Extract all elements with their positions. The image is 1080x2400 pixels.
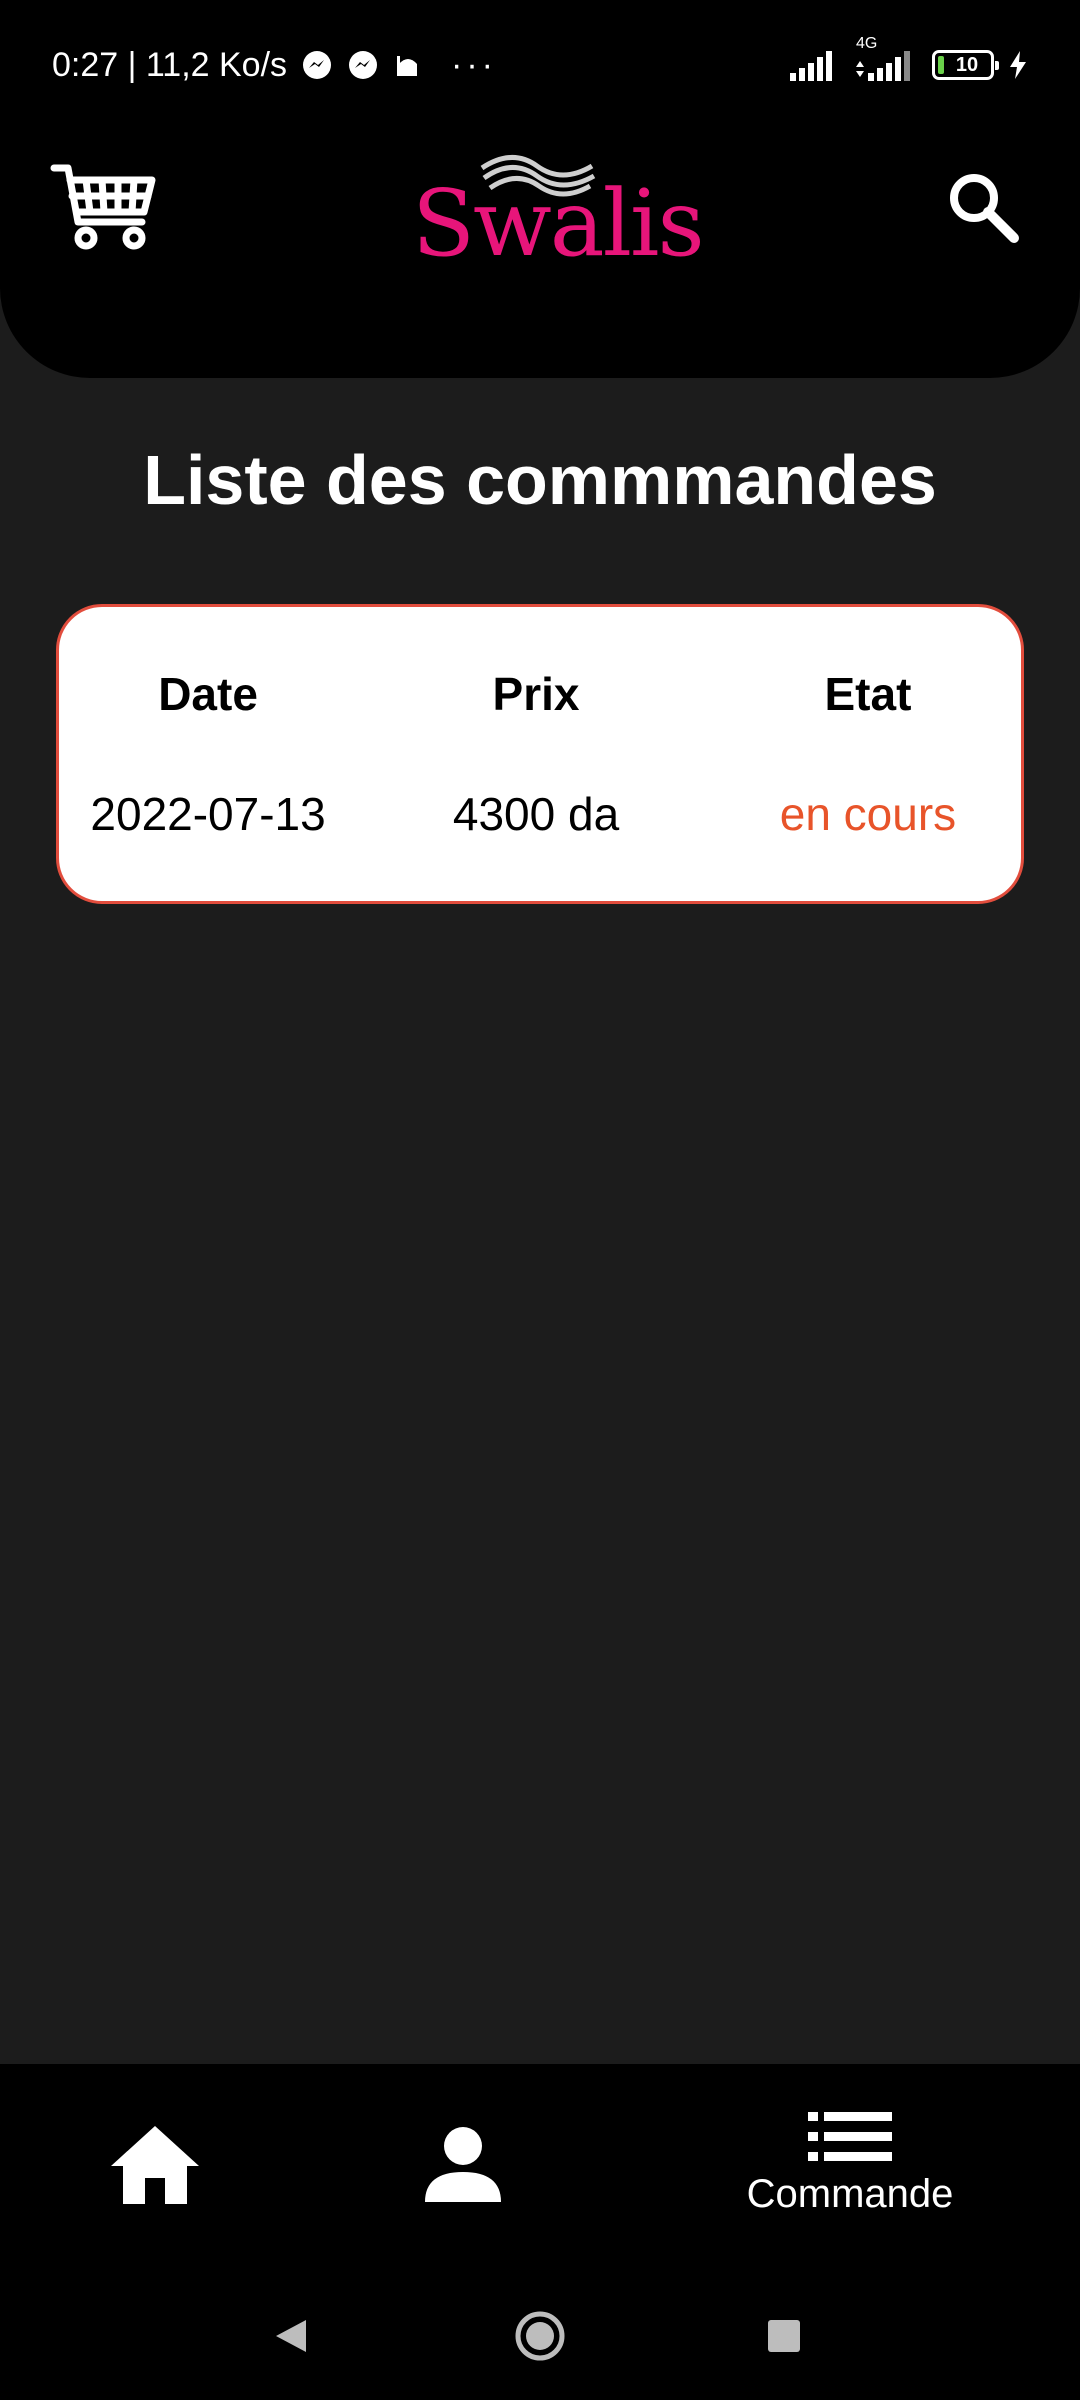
status-bar: 0:27 | 11,2 Ko/s ··· 4G 10 — [0, 0, 1080, 130]
recent-apps-button[interactable] — [754, 2306, 814, 2366]
recents-icon — [768, 2320, 800, 2352]
status-time-speed: 0:27 | 11,2 Ko/s — [52, 45, 288, 84]
order-date: 2022-07-13 — [90, 788, 326, 840]
signal-4g-icon: 4G — [852, 35, 918, 81]
status-right: 4G 10 — [788, 35, 1028, 81]
battery-indicator: 10 — [932, 50, 999, 80]
order-price: 4300 da — [452, 788, 620, 840]
nav-orders-label: Commande — [746, 2171, 954, 2216]
network-type: 4G — [856, 35, 878, 52]
table-header-row: Date Prix Etat — [59, 667, 1021, 721]
more-notifications: ··· — [451, 45, 497, 84]
battery-level: 10 — [955, 53, 979, 76]
home-icon — [111, 2126, 199, 2204]
column-header-prix: Prix — [492, 668, 580, 720]
orders-table: Date Prix Etat 2022-07-13 4300 da en cou… — [56, 604, 1024, 904]
nav-orders[interactable]: Commande — [700, 2064, 1000, 2264]
status-left: 0:27 | 11,2 Ko/s ··· — [52, 46, 497, 85]
home-button[interactable] — [510, 2306, 570, 2366]
brand-logo: Swalis — [412, 148, 705, 277]
app-header: Swalis — [0, 128, 1080, 378]
order-status: en cours — [779, 788, 957, 840]
table-row[interactable]: 2022-07-13 4300 da en cours — [59, 787, 1021, 841]
column-header-date: Date — [158, 668, 258, 720]
back-icon — [276, 2320, 306, 2352]
charging-icon — [1008, 50, 1028, 80]
cart-button[interactable] — [50, 158, 160, 258]
bottom-navigation: Commande — [0, 2064, 1080, 2264]
list-icon — [808, 2111, 892, 2161]
logo-text: Swalis — [412, 170, 705, 277]
search-icon — [950, 174, 1019, 243]
search-button[interactable] — [942, 166, 1022, 246]
page-title: Liste des commmandes — [143, 441, 937, 519]
system-navigation-bar — [0, 2264, 1080, 2400]
cart-icon — [50, 164, 156, 250]
mosque-icon — [393, 50, 423, 80]
nav-profile[interactable] — [398, 2064, 528, 2264]
messenger-icon — [301, 49, 333, 81]
signal-icon — [788, 49, 838, 81]
person-icon — [425, 2127, 501, 2202]
back-button[interactable] — [262, 2306, 322, 2366]
messenger-icon — [347, 49, 379, 81]
home-circle-icon — [515, 2311, 565, 2361]
column-header-etat: Etat — [824, 668, 912, 720]
nav-home[interactable] — [90, 2064, 220, 2264]
